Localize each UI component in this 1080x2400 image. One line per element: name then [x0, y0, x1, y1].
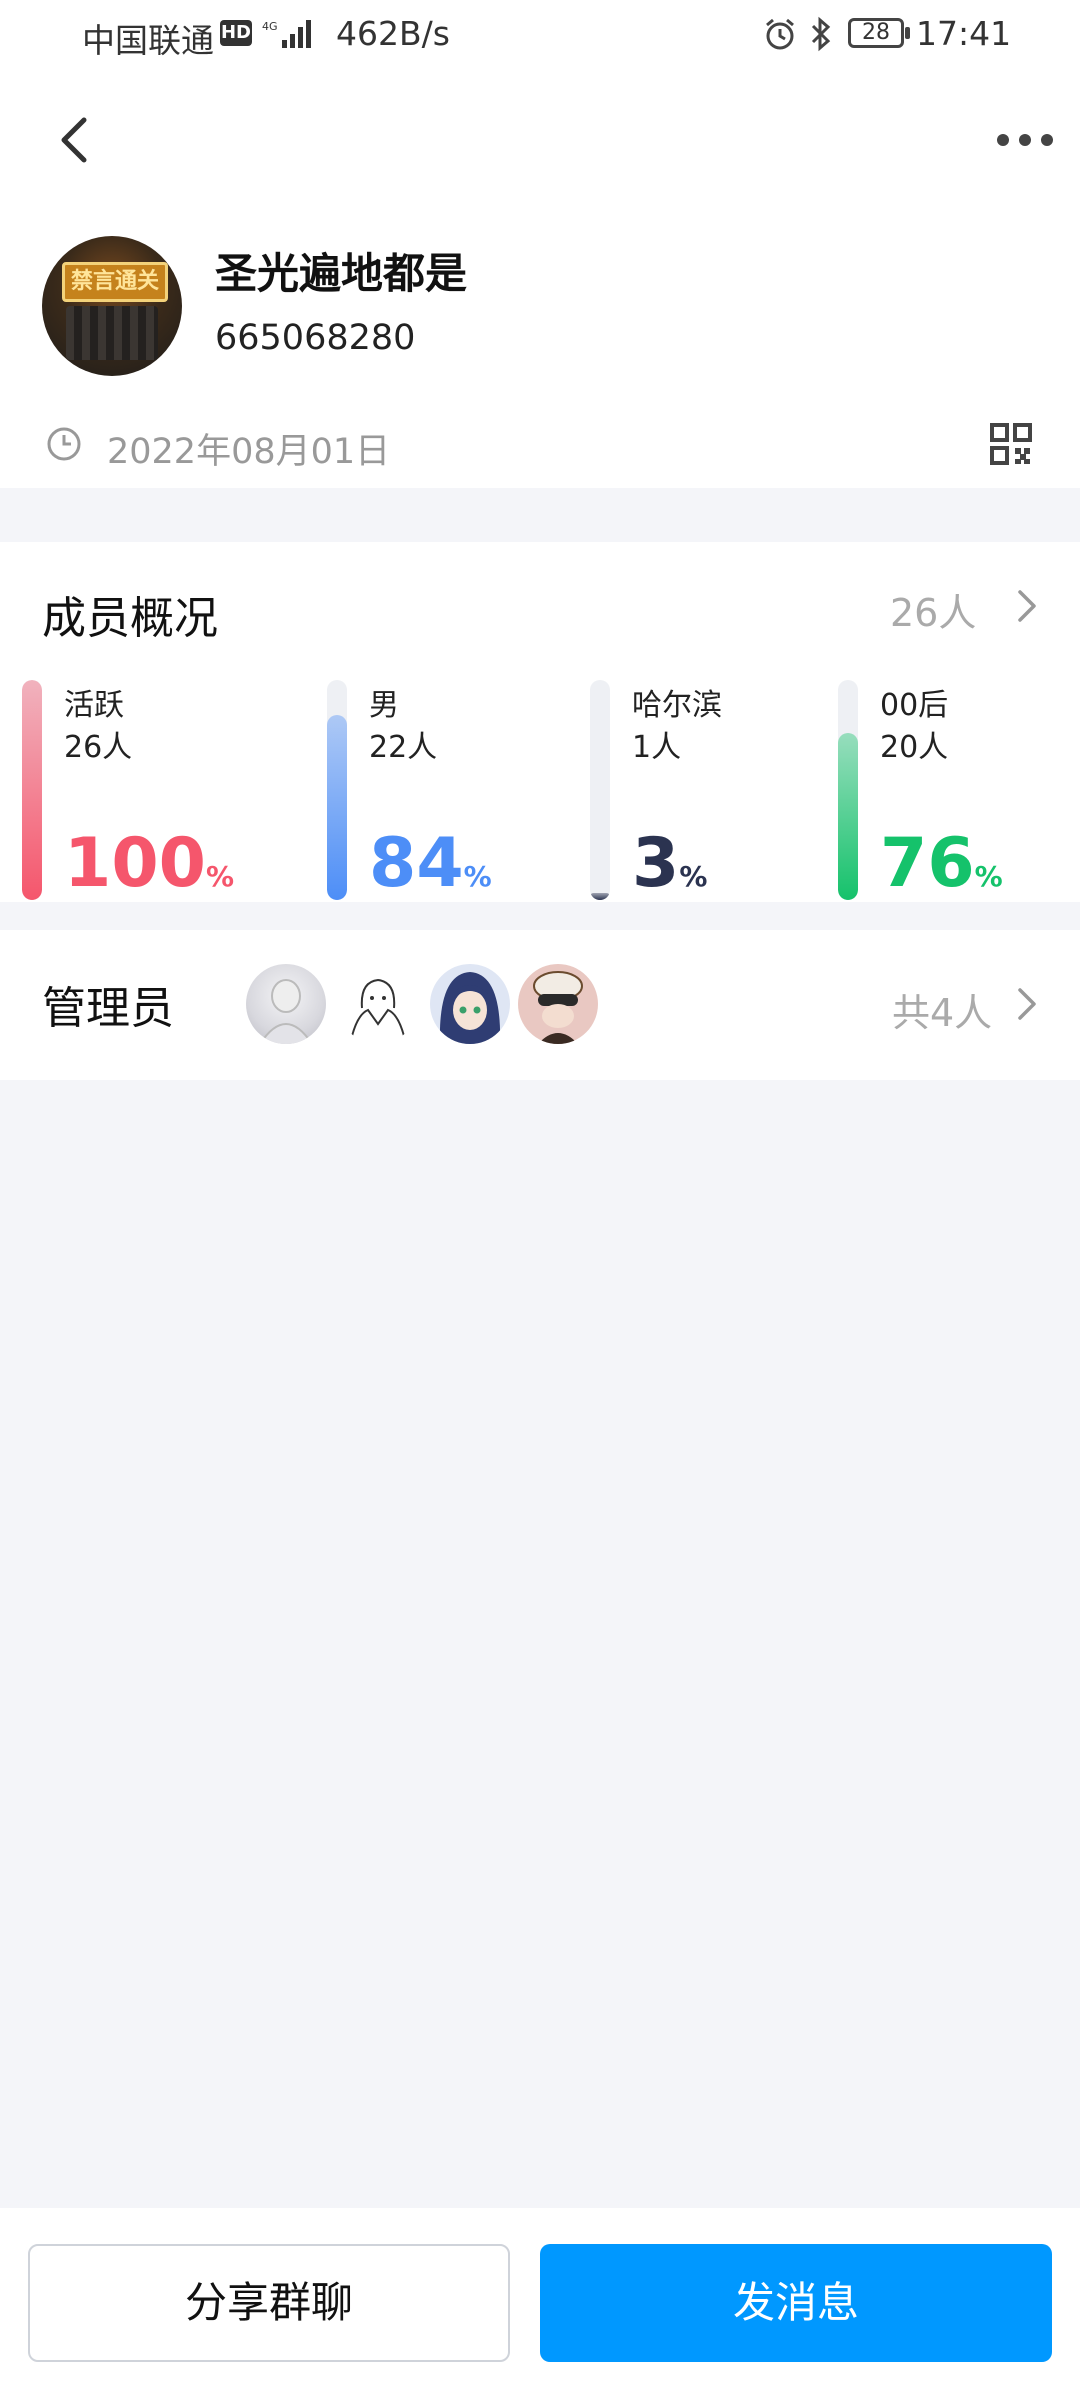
avatar-figure	[351, 978, 405, 1037]
members-title: 成员概况	[42, 593, 218, 644]
stat-percent-value: 100	[64, 824, 206, 903]
admin-avatar[interactable]	[430, 964, 510, 1044]
chevron-right-icon	[1018, 988, 1036, 1020]
stat-percent-sign: %	[463, 860, 492, 893]
stat-label: 活跃	[64, 688, 124, 723]
clock-time: 17:41	[916, 14, 1012, 53]
admins-card[interactable]: 管理员 共4人	[0, 930, 1080, 1080]
network-speed: 462B/s	[336, 14, 450, 53]
bluetooth-icon	[811, 16, 831, 52]
members-overview-card[interactable]: 成员概况 26人 活跃 26人 100% 男 22人 84% 哈尔滨 1人 3%…	[0, 542, 1080, 902]
admins-total: 共4人	[892, 991, 993, 1035]
status-bar: 中国联通 HD 4G 462B/s 28 17:41	[0, 0, 1080, 72]
network-label: 4G	[262, 20, 278, 33]
battery-icon: 28	[848, 18, 904, 48]
share-group-button[interactable]: 分享群聊	[28, 2244, 510, 2362]
more-dots-icon[interactable]	[995, 128, 1055, 152]
stat-percent: 84%	[369, 830, 492, 898]
stat-percent-value: 84	[369, 824, 464, 903]
stat-bar-fill	[838, 733, 858, 900]
stat-count: 20人	[880, 730, 949, 765]
stat-percent: 100%	[64, 830, 234, 898]
stat-label: 哈尔滨	[632, 688, 722, 723]
stat-bar-track	[22, 680, 42, 900]
group-name: 圣光遍地都是	[215, 249, 468, 298]
avatar-figure	[439, 972, 501, 1044]
stat-bar-track	[590, 680, 610, 900]
battery-tip	[905, 27, 910, 39]
admins-title: 管理员	[42, 983, 174, 1034]
admin-avatar[interactable]	[518, 964, 598, 1044]
alarm-icon	[766, 18, 794, 50]
signal-icon: 4G	[262, 20, 311, 48]
stat-percent: 3%	[632, 830, 707, 898]
battery-level: 28	[862, 20, 890, 45]
admin-avatar[interactable]	[246, 964, 326, 1044]
avatar-banner: 禁言通关	[62, 262, 168, 302]
stat-label: 男	[369, 688, 399, 723]
group-id: 665068280	[215, 318, 416, 358]
stat-bar-fill	[327, 715, 347, 900]
stat-bar-fill	[590, 893, 610, 900]
avatar-figure	[533, 971, 583, 1044]
qr-code-icon[interactable]	[990, 423, 1032, 465]
avatar-figure	[259, 979, 313, 1044]
created-date: 2022年08月01日	[107, 432, 391, 472]
stat-label: 00后	[880, 688, 949, 723]
stat-percent-value: 76	[880, 824, 975, 903]
avatar-pattern	[66, 306, 158, 360]
stat-percent-sign: %	[679, 860, 708, 893]
group-avatar[interactable]: 禁言通关	[42, 236, 182, 376]
carrier-label: 中国联通	[82, 21, 214, 60]
members-total: 26人	[890, 591, 977, 635]
stat-count: 22人	[369, 730, 438, 765]
clock-icon	[47, 427, 81, 461]
stat-percent-sign: %	[974, 860, 1003, 893]
chevron-right-icon	[1018, 590, 1036, 622]
stat-count: 1人	[632, 730, 682, 765]
hd-badge: HD	[220, 20, 252, 46]
stat-percent: 76%	[880, 830, 1003, 898]
stat-bar-track	[327, 680, 347, 900]
stat-bar-track	[838, 680, 858, 900]
stat-percent-value: 3	[632, 824, 680, 903]
back-icon[interactable]	[50, 110, 100, 170]
send-message-button[interactable]: 发消息	[540, 2244, 1052, 2362]
stat-percent-sign: %	[205, 860, 235, 893]
stat-count: 26人	[64, 730, 133, 765]
stat-bar-fill	[22, 680, 42, 900]
admin-avatar[interactable]	[338, 964, 418, 1044]
